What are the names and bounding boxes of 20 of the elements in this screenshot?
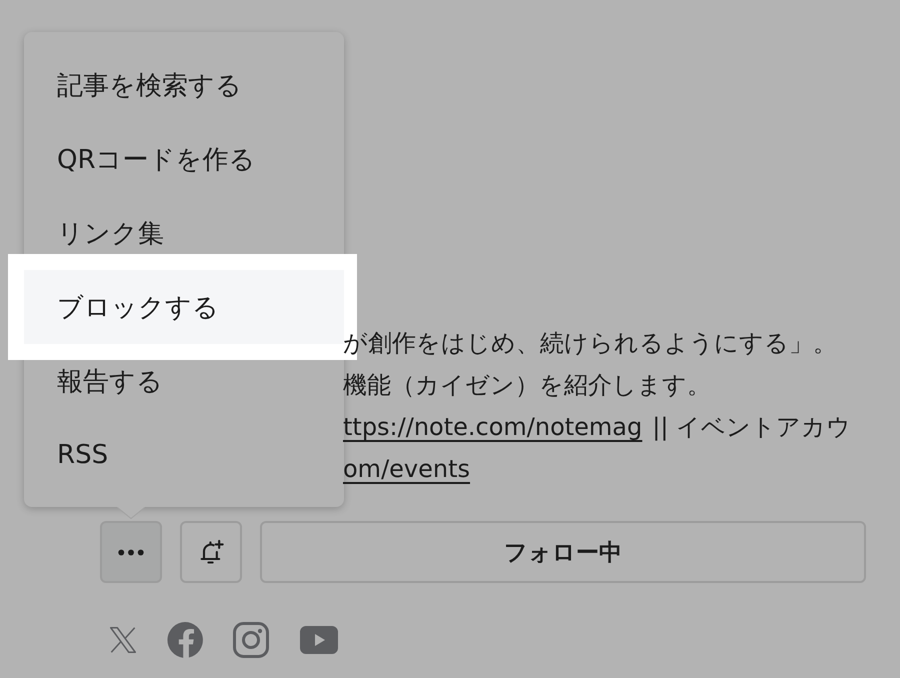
link[interactable]: om/events <box>343 448 470 490</box>
notification-button[interactable] <box>180 521 242 583</box>
instagram-icon[interactable] <box>233 622 269 658</box>
menu-item[interactable]: 報告する <box>24 344 344 418</box>
menu-item[interactable]: リンク集 <box>24 196 344 270</box>
menu-item[interactable]: ブロックする <box>24 270 344 344</box>
youtube-icon[interactable] <box>299 625 339 655</box>
menu-item[interactable]: 記事を検索する <box>24 48 344 122</box>
more-options-button[interactable] <box>100 521 162 583</box>
facebook-icon[interactable] <box>167 622 203 658</box>
description-text: が創作をはじめ、続けられるようにする」。 <box>343 328 837 359</box>
link[interactable]: ttps://note.com/notemag <box>343 406 642 448</box>
follow-button[interactable]: フォロー中 <box>260 521 866 583</box>
description-text: 機能（カイゼン）を紹介します。 <box>343 370 711 401</box>
description-text: || イベントアカウ <box>652 412 852 443</box>
menu-item[interactable]: RSS <box>24 418 344 492</box>
menu-item[interactable]: QRコードを作る <box>24 122 344 196</box>
menu-pointer <box>117 507 145 519</box>
more-icon <box>118 548 144 556</box>
x-logo-icon[interactable] <box>109 626 137 654</box>
